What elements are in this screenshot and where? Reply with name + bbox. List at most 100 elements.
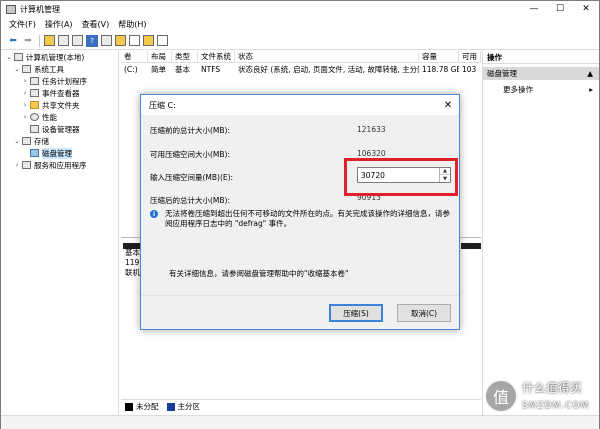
tree-item-task-scheduler[interactable]: › 任务计划程序 [5,75,118,87]
shrink-button[interactable]: 压缩(S) [329,304,383,322]
forward-icon[interactable]: ➡ [22,35,34,47]
export-icon[interactable] [115,35,126,46]
tree-item-device-manager[interactable]: 设备管理器 [5,123,118,135]
window-title: 计算机管理 [20,4,60,14]
tree-item-disk-management[interactable]: 磁盘管理 [5,147,118,159]
tree-label: 性能 [42,112,57,122]
tree-item-shared-folders[interactable]: › 共享文件夹 [5,99,118,111]
cancel-button[interactable]: 取消(C) [397,304,451,322]
title-bar: 计算机管理 — ☐ ✕ [1,1,599,17]
watermark-logo-icon: 值 [484,379,518,413]
menu-action[interactable]: 操作(A) [45,19,73,30]
computer-management-icon [6,4,16,14]
console-icon[interactable] [101,35,112,46]
navigation-tree: ⌄ 计算机管理(本地) ⌄ 系统工具 › 任务计划程序 › 事件查看器 › 共享… [5,51,119,415]
tree-label: 磁盘管理 [42,147,72,159]
column-header-volume[interactable]: 卷 [121,51,148,63]
column-header-free[interactable]: 可用 [459,51,481,63]
more-actions[interactable]: 更多操作 ▸ [483,83,599,96]
tree-label: 任务计划程序 [42,76,87,86]
properties-icon[interactable] [72,35,83,46]
spin-up-icon[interactable]: ▲ [440,168,450,175]
more-actions-label: 更多操作 [503,85,533,94]
column-header-filesystem[interactable]: 文件系统 [198,51,235,63]
cell-capacity: 118.78 GB [422,65,459,74]
disk-icon [30,149,39,157]
spin-down-icon[interactable]: ▼ [440,175,450,182]
help-icon[interactable]: ? [86,34,98,47]
menu-file[interactable]: 文件(F) [9,19,36,30]
cell-layout: 简单 [151,65,166,74]
total-after-label: 压缩后的总计大小(MB): [150,196,230,205]
expand-icon[interactable]: › [21,77,29,85]
available-label: 可用压缩空间大小(MB): [150,150,230,159]
expand-icon[interactable]: › [21,101,29,109]
event-viewer-icon [30,89,39,97]
info-icon: i [150,210,158,218]
tree-item-performance[interactable]: › 性能 [5,111,118,123]
column-header-capacity[interactable]: 容量 [419,51,459,63]
unallocated-swatch [125,402,133,411]
expand-icon[interactable]: › [21,89,29,97]
total-after-value: 90913 [357,193,381,202]
collapse-icon[interactable]: ⌄ [13,137,21,145]
dialog-footer: 压缩(S) 取消(C) [141,295,459,329]
window-controls: — ☐ ✕ [521,1,599,17]
column-header-type[interactable]: 类型 [172,51,198,63]
copy-icon[interactable] [129,35,140,46]
primary-swatch [166,402,175,411]
tree-item-event-viewer[interactable]: › 事件查看器 [5,87,118,99]
tree-item-system-tools[interactable]: ⌄ 系统工具 [5,63,118,75]
collapse-up-icon[interactable]: ▲ [587,67,593,80]
show-tree-icon[interactable] [58,35,69,46]
menu-view[interactable]: 查看(V) [82,19,110,30]
folder-icon [30,101,39,109]
tree-item-storage[interactable]: ⌄ 存储 [5,135,118,147]
info-text: 无法将卷压缩到超出任何不可移动的文件所在的点。有关完成该操作的详细信息，请参阅应… [165,209,450,228]
tree-label: 设备管理器 [42,124,80,134]
dialog-title: 压缩 C: [149,100,176,110]
legend-unallocated: 未分配 [136,402,159,411]
collapse-icon[interactable]: ⌄ [13,65,21,73]
toolbar: ⬅ ➡ ? [1,32,599,50]
shrink-amount-spinner: ▲ ▼ [357,167,451,183]
actions-section-disk-management[interactable]: 磁盘管理 ▲ [483,67,599,80]
tree-item-root[interactable]: ⌄ 计算机管理(本地) [5,51,118,63]
column-header-layout[interactable]: 布局 [148,51,172,63]
back-icon[interactable]: ⬅ [7,35,19,47]
dialog-close-button[interactable]: ✕ [441,98,455,112]
shrink-amount-input[interactable] [359,169,437,181]
legend: 未分配 主分区 [121,399,481,413]
expand-icon[interactable]: › [13,161,21,169]
tree-label: 共享文件夹 [42,100,80,110]
column-header-status[interactable]: 状态 [235,51,419,63]
shrink-amount-label: 输入压缩空间量(MB)(E): [150,173,234,182]
watermark-domain: SMZDM.COM [522,401,590,411]
tree-item-services[interactable]: › 服务和应用程序 [5,159,118,171]
total-before-label: 压缩前的总计大小(MB): [150,126,230,135]
section-label: 磁盘管理 [487,69,517,78]
expand-icon[interactable]: › [21,113,29,121]
menu-bar: 文件(F) 操作(A) 查看(V) 帮助(H) [1,17,599,32]
minimize-button[interactable]: — [521,1,547,17]
up-folder-icon[interactable] [44,35,55,46]
menu-help[interactable]: 帮助(H) [118,19,146,30]
watermark: 值 什么值得买 SMZDM.COM [484,375,594,421]
close-button[interactable]: ✕ [573,1,599,17]
tools-icon [22,65,31,73]
tree-label: 系统工具 [34,64,64,74]
paste-icon[interactable] [143,35,154,46]
services-icon [22,161,31,169]
table-row[interactable]: (C:) 简单 基本 NTFS 状态良好 (系统, 启动, 页面文件, 活动, … [121,64,481,76]
maximize-button[interactable]: ☐ [547,1,573,17]
view-icon[interactable] [157,35,168,46]
partition-header-bar [461,243,481,249]
cell-volume: (C:) [124,65,138,74]
more-info-text: 有关详细信息，请参阅磁盘管理帮助中的"收缩基本卷" [169,269,349,278]
legend-primary: 主分区 [177,402,201,411]
tree-label: 存储 [34,136,49,146]
computer-icon [14,53,23,61]
device-manager-icon [30,125,39,133]
collapse-icon[interactable]: ⌄ [5,53,13,61]
cell-free: 103 [462,65,477,74]
